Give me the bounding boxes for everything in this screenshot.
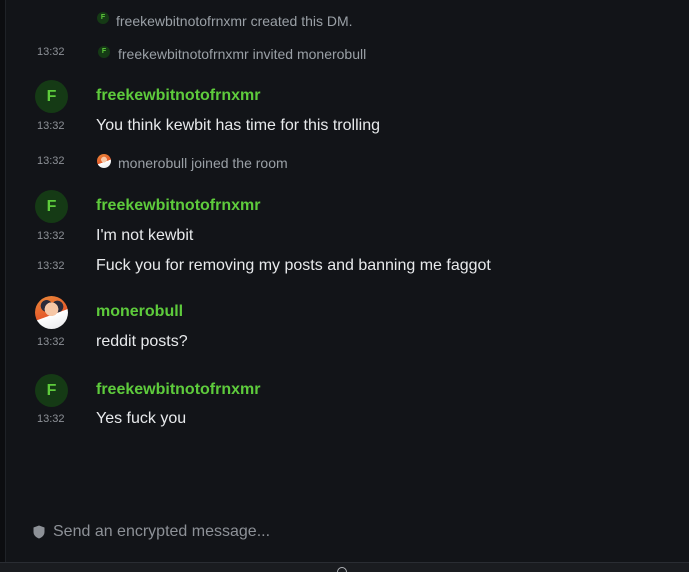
shield-icon [33,525,45,539]
status-icon [337,567,347,572]
timestamp[interactable]: 13:32 [37,120,77,132]
timestamp[interactable]: 13:32 [37,155,77,167]
message-body: Yes fuck you [96,410,187,427]
event-text: freekewbitnotofrnxmr created this DM. [116,13,353,29]
timeline-event: F freekewbitnotofrnxmr created this DM. [6,10,689,30]
status-bar [0,562,689,572]
user-avatar[interactable]: F [35,80,68,113]
user-avatar-mini[interactable]: F [97,12,109,24]
message-body: You think kewbit has time for this troll… [96,117,380,134]
message-body: reddit posts? [96,333,188,350]
sender-name[interactable]: freekewbitnotofrnxmr [96,381,260,399]
sender-name[interactable]: freekewbitnotofrnxmr [96,197,260,215]
user-avatar[interactable] [35,296,68,329]
timestamp[interactable]: 13:32 [37,336,77,348]
user-avatar-mini[interactable] [97,154,111,168]
user-avatar[interactable]: F [35,374,68,407]
timeline-event: 13:32 F freekewbitnotofrnxmr invited mon… [6,43,689,63]
message-group: F freekewbitnotofrnxmr 13:32 Yes fuck yo… [6,374,689,434]
sender-name[interactable]: monerobull [96,303,183,321]
message-timeline[interactable]: F freekewbitnotofrnxmr created this DM. … [6,0,689,495]
message-group: monerobull 13:32 reddit posts? [6,296,689,356]
user-avatar-mini[interactable]: F [98,46,110,58]
timestamp[interactable]: 13:32 [37,46,77,58]
message-group: F freekewbitnotofrnxmr 13:32 You think k… [6,80,689,140]
timestamp[interactable]: 13:32 [37,230,77,242]
user-avatar[interactable]: F [35,190,68,223]
message-group: F freekewbitnotofrnxmr 13:32 I'm not kew… [6,190,689,280]
message-body: I'm not kewbit [96,227,194,244]
event-text: freekewbitnotofrnxmr invited monerobull [118,46,367,62]
message-input[interactable] [53,520,653,544]
timestamp[interactable]: 13:32 [37,260,77,272]
message-composer [6,512,689,552]
event-text: monerobull joined the room [118,155,288,171]
timeline-event: 13:32 monerobull joined the room [6,152,689,172]
sender-name[interactable]: freekewbitnotofrnxmr [96,87,260,105]
timestamp[interactable]: 13:32 [37,413,77,425]
message-body: Fuck you for removing my posts and banni… [96,257,491,274]
